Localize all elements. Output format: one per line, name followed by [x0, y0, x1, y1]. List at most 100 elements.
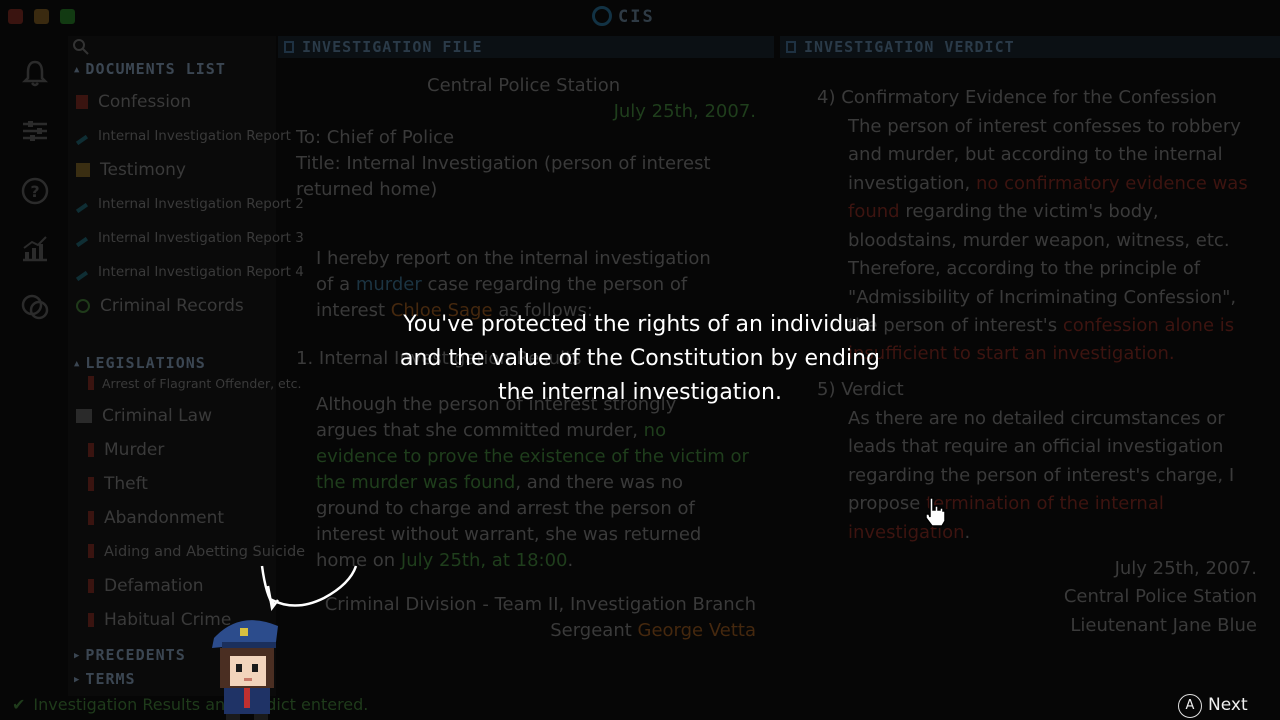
paragraph-line: propose termination of the internal	[848, 490, 1164, 519]
recipient-line: To: Chief of Police	[296, 127, 455, 148]
app-logo-icon	[592, 6, 612, 26]
expand-triangle-icon: ▶	[74, 651, 81, 661]
chart-icon[interactable]	[20, 234, 50, 264]
text-span: .	[964, 522, 971, 543]
records-icon	[76, 299, 90, 313]
paragraph-line: of a murder case regarding the person of	[316, 272, 687, 298]
doc-item-report-3[interactable]: Internal Investigation Report 3	[75, 230, 304, 248]
paragraph-line: and murder, but according to the interna…	[848, 144, 1223, 165]
officer-name: George Vetta	[637, 620, 756, 641]
text-span: , and there was no	[515, 472, 684, 493]
precedents-header[interactable]: ▶ PRECEDENTS	[74, 646, 186, 664]
window-maximize-button[interactable]	[60, 9, 75, 24]
ending-message-line: and the value of the Constitution by end…	[400, 346, 880, 371]
signature-station: Central Police Station	[1063, 586, 1257, 607]
doc-item-report-1[interactable]: Internal Investigation Report	[75, 128, 291, 146]
paragraph-line: the murder was found, and there was no	[316, 470, 683, 496]
discuss-icon[interactable]	[20, 292, 50, 322]
paragraph-line: investigation.	[848, 519, 970, 548]
division-line: Criminal Division - Team II, Investigati…	[324, 594, 756, 615]
investigation-verdict-tab[interactable]: INVESTIGATION VERDICT	[780, 36, 1280, 58]
documents-list-header-text: DOCUMENTS LIST	[85, 60, 226, 78]
law-item-label: Arrest of Flagrant Offender, etc.	[102, 376, 302, 391]
title-bar: CIS	[0, 0, 1280, 34]
law-item-aiding-suicide[interactable]: Aiding and Abetting Suicide	[88, 544, 305, 560]
svg-text:?: ?	[30, 182, 39, 201]
bell-icon[interactable]	[20, 58, 50, 88]
collapse-triangle-icon: ▲	[74, 65, 81, 75]
investigation-file-tab[interactable]: INVESTIGATION FILE	[278, 36, 774, 58]
law-item-abandonment[interactable]: Abandonment	[88, 508, 224, 528]
highlight-text: the murder was found	[316, 472, 516, 493]
search-icon[interactable]	[72, 38, 90, 56]
legislations-header[interactable]: ▲ LEGISLATIONS	[74, 354, 206, 372]
law-icon	[88, 544, 94, 558]
sidebar-icon-rail: ?	[0, 40, 68, 680]
legislations-header-text: LEGISLATIONS	[85, 354, 206, 372]
officer-line: Sergeant George Vetta	[550, 618, 756, 644]
investigation-verdict-title: INVESTIGATION VERDICT	[804, 38, 1015, 56]
paragraph-line: leads that require an official investiga…	[848, 436, 1224, 457]
ending-message: You've protected the rights of an indivi…	[340, 308, 940, 410]
sliders-icon[interactable]	[20, 116, 50, 146]
app-title-text: CIS	[618, 7, 655, 27]
confession-icon	[76, 95, 88, 109]
help-icon[interactable]: ?	[20, 176, 50, 206]
paragraph-line: ground to charge and arrest the person o…	[316, 498, 695, 519]
section-heading: 4) Confirmatory Evidence for the Confess…	[817, 87, 1217, 108]
highlight-text: no confirmatory evidence was	[975, 173, 1248, 194]
report-title-line-1: Title: Internal Investigation (person of…	[296, 153, 711, 174]
file-icon	[284, 41, 294, 53]
signature-date: July 25th, 2007.	[1114, 558, 1257, 579]
report-icon	[75, 270, 89, 282]
law-icon	[88, 443, 94, 457]
app-title: CIS	[592, 6, 655, 27]
paragraph-line: argues that she committed murder, no	[316, 418, 666, 444]
law-item-arrest-flagrant[interactable]: Arrest of Flagrant Offender, etc.	[88, 376, 302, 391]
documents-list-header[interactable]: ▲ DOCUMENTS LIST	[74, 60, 226, 78]
ending-message-line: You've protected the rights of an indivi…	[403, 312, 877, 337]
precedents-header-text: PRECEDENTS	[85, 646, 186, 664]
investigation-file-title: INVESTIGATION FILE	[302, 38, 483, 56]
paragraph-line: Therefore, according to the principle of	[848, 258, 1201, 279]
doc-item-report-4[interactable]: Internal Investigation Report 4	[75, 264, 304, 282]
terms-header-text: TERMS	[85, 670, 136, 688]
doc-item-label: Confession	[98, 92, 192, 112]
file-icon	[786, 41, 796, 53]
doc-item-label: Criminal Records	[100, 296, 244, 316]
highlight-text: no	[643, 420, 667, 441]
law-item-label: Murder	[104, 440, 165, 460]
paragraph-line: investigation, no confirmatory evidence …	[848, 170, 1248, 199]
law-item-label: Aiding and Abetting Suicide	[104, 544, 306, 560]
doc-item-criminal-records[interactable]: Criminal Records	[76, 296, 244, 316]
law-item-label: Abandonment	[104, 508, 225, 528]
paragraph-line: found regarding the victim's body,	[848, 198, 1159, 227]
next-button-label: Next	[1208, 695, 1248, 715]
report-icon	[75, 202, 89, 214]
doc-item-label: Internal Investigation Report	[98, 128, 291, 144]
text-span: of a	[316, 274, 356, 295]
highlight-text: July 25th, at 18:00	[400, 550, 568, 571]
doc-item-confession[interactable]: Confession	[76, 92, 191, 112]
murder-link[interactable]: murder	[356, 274, 422, 295]
signature-officer: Lieutenant Jane Blue	[1070, 615, 1257, 636]
next-button[interactable]: A Next	[1178, 694, 1248, 718]
expand-triangle-icon: ▶	[74, 675, 81, 685]
highlight-text: found	[848, 201, 900, 222]
law-item-murder[interactable]: Murder	[88, 440, 164, 460]
paragraph-line: The person of interest confesses to robb…	[848, 116, 1241, 137]
window-close-button[interactable]	[8, 9, 23, 24]
terms-header[interactable]: ▶ TERMS	[74, 670, 136, 688]
folder-criminal-law[interactable]: Criminal Law	[76, 406, 212, 426]
station-name: Central Police Station	[427, 75, 621, 96]
paragraph-line: regarding the person of interest's charg…	[848, 465, 1235, 486]
window-minimize-button[interactable]	[34, 9, 49, 24]
report-icon	[75, 236, 89, 248]
testimony-icon	[76, 163, 90, 177]
report-date: July 25th, 2007.	[613, 101, 756, 122]
doc-item-report-2[interactable]: Internal Investigation Report 2	[75, 196, 304, 214]
law-icon	[88, 579, 94, 593]
doc-item-testimony[interactable]: Testimony	[76, 160, 186, 180]
law-item-theft[interactable]: Theft	[88, 474, 148, 494]
law-item-defamation[interactable]: Defamation	[88, 576, 204, 596]
